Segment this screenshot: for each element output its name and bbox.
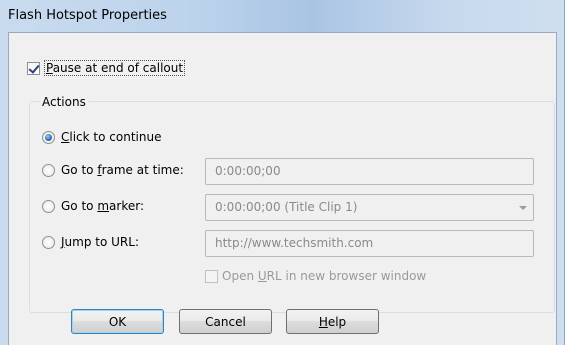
frame-time-value: 0:00:00;00 (215, 164, 281, 178)
pause-at-end-checkbox[interactable] (27, 61, 40, 75)
pause-at-end-label[interactable]: Pause at end of callout (44, 60, 186, 76)
radio-label-click-to-continue[interactable]: Click to continue (61, 130, 161, 144)
radio-button-go-to-frame[interactable] (42, 163, 55, 177)
ok-button-label: OK (108, 315, 127, 329)
radio-click-to-continue[interactable]: Click to continue (42, 127, 161, 147)
pause-at-end-checkbox-row[interactable]: Pause at end of callout (27, 59, 186, 77)
ok-button[interactable]: OK (71, 309, 164, 334)
cancel-button-label: Cancel (205, 315, 246, 329)
radio-label-go-to-marker[interactable]: Go to marker: (61, 199, 144, 213)
radio-jump-to-url[interactable]: Jump to URL: (42, 232, 139, 252)
radio-button-jump-to-url[interactable] (42, 235, 55, 249)
help-button-label: Help (318, 315, 347, 329)
dialog-window: Flash Hotspot Properties Pause at end of… (0, 0, 565, 345)
title-bar[interactable]: Flash Hotspot Properties (0, 0, 565, 32)
window-title: Flash Hotspot Properties (8, 8, 167, 23)
url-value: http://www.techsmith.com (215, 236, 374, 250)
chevron-down-icon[interactable] (519, 206, 527, 210)
marker-selected-value: 0:00:00;00 (Title Clip 1) (215, 200, 358, 214)
radio-go-to-frame[interactable]: Go to frame at time: (42, 160, 184, 180)
radio-label-go-to-frame[interactable]: Go to frame at time: (61, 163, 184, 177)
frame-time-input[interactable]: 0:00:00;00 (205, 158, 534, 185)
open-new-window-checkbox[interactable] (205, 269, 218, 283)
radio-button-go-to-marker[interactable] (42, 199, 55, 213)
actions-group-legend: Actions (39, 95, 89, 109)
cancel-button[interactable]: Cancel (179, 309, 272, 334)
radio-go-to-marker[interactable]: Go to marker: (42, 196, 144, 216)
radio-label-jump-to-url[interactable]: Jump to URL: (61, 235, 139, 249)
open-new-window-label[interactable]: Open URL in new browser window (222, 269, 426, 283)
radio-button-click-to-continue[interactable] (42, 130, 55, 144)
url-input[interactable]: http://www.techsmith.com (205, 230, 534, 257)
help-button[interactable]: Help (286, 309, 379, 334)
marker-dropdown[interactable]: 0:00:00;00 (Title Clip 1) (205, 194, 534, 221)
open-new-window-checkbox-row[interactable]: Open URL in new browser window (205, 267, 426, 285)
dialog-client-area: Pause at end of callout Actions Click to… (8, 32, 557, 345)
